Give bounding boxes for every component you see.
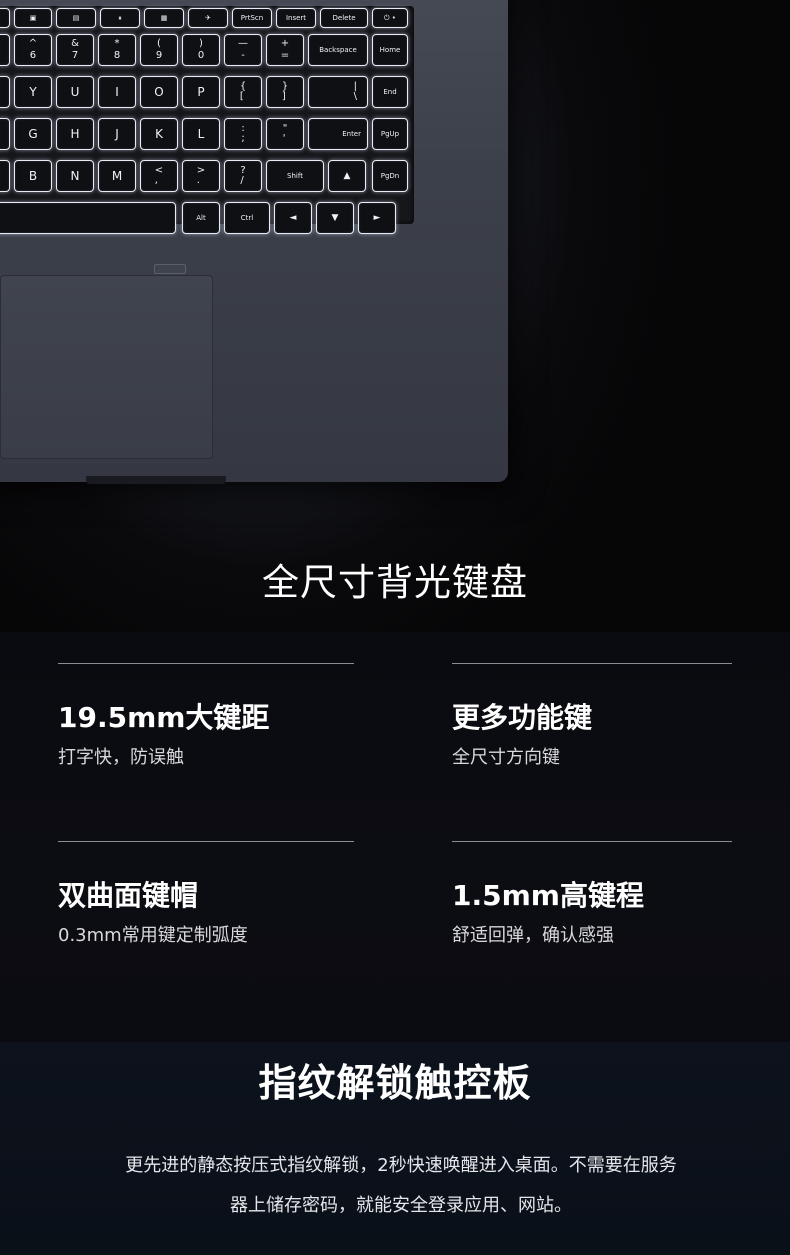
key-quote: " ' (266, 118, 304, 150)
key-9: (9 (140, 34, 178, 66)
description-line-1: 更先进的静态按压式指纹解锁，2秒快速唤醒进入桌面。不需要在服务 (125, 1155, 677, 1176)
key-i: I (98, 76, 136, 108)
key-equals: + = (266, 34, 304, 66)
key-period: > . (182, 160, 220, 192)
feature-desc: 0.3mm常用键定制弧度 (58, 925, 248, 946)
key-delete: Delete (320, 8, 368, 28)
key-f7: ▤ (56, 8, 96, 28)
key-g: G (14, 118, 52, 150)
arrow-right-icon: ► (358, 202, 396, 234)
key-pgup: PgUp (372, 118, 408, 150)
key-pgdn: PgDn (372, 160, 408, 192)
key-5: %5 (0, 34, 10, 66)
feature-title: 1.5mm高键程 (452, 879, 644, 912)
key-alt: Alt (182, 202, 220, 234)
key-8: * 8 (98, 34, 136, 66)
description-line-2: 器上储存密码，就能安全登录应用、网站。 (230, 1195, 572, 1216)
key-comma: < , (140, 160, 178, 192)
key-6: ^ 6 (14, 34, 52, 66)
feature-title: 更多功能键 (452, 701, 593, 734)
key-n: N (56, 160, 94, 192)
key-f8: ⏸ (100, 8, 140, 28)
key-ctrl: Ctrl (224, 202, 270, 234)
key-left-bracket: { [ (224, 76, 262, 108)
key-slash: ? / (224, 160, 262, 192)
divider (58, 841, 354, 842)
laptop-foot (86, 476, 226, 484)
divider (452, 841, 732, 842)
section-title-keyboard: 全尺寸背光键盘 (262, 561, 528, 604)
key-power: ⏻ • (372, 8, 408, 28)
divider (452, 663, 732, 664)
touchpad-section: 指纹解锁触控板 更先进的静态按压式指纹解锁，2秒快速唤醒进入桌面。不需要在服务 … (0, 1042, 790, 1255)
arrow-down-icon: ▼ (316, 202, 354, 234)
key-l: L (182, 118, 220, 150)
key-f6: ▣ (14, 8, 52, 28)
key-prtscn: PrtScn (232, 8, 272, 28)
key-j: J (98, 118, 136, 150)
key-end: End (372, 76, 408, 108)
key-insert: Insert (276, 8, 316, 28)
key-o: O (140, 76, 178, 108)
key-f9: ▦ (144, 8, 184, 28)
key-minus: — - (224, 34, 262, 66)
feature-title: 19.5mm大键距 (58, 701, 270, 734)
touchpad-description: 更先进的静态按压式指纹解锁，2秒快速唤醒进入桌面。不需要在服务 器上储存密码，就… (70, 1146, 732, 1226)
arrow-up-icon: ▲ (328, 160, 366, 192)
key-space (0, 202, 176, 234)
laptop-deck: ☀ ▣ ▤ ⏸ ▦ ✈ PrtScn Insert Delete ⏻ • %5 … (0, 0, 508, 482)
feature-desc: 打字快，防误触 (58, 747, 184, 768)
key-enter: Enter (308, 118, 368, 150)
key-b: B (14, 160, 52, 192)
feature-title: 双曲面键帽 (58, 879, 199, 912)
key-backspace: Backspace (308, 34, 368, 66)
key-7: & 7 (56, 34, 94, 66)
key-right-bracket: } ] (266, 76, 304, 108)
feature-desc: 全尺寸方向键 (452, 747, 560, 768)
key-f (0, 118, 10, 150)
key-k: K (140, 118, 178, 150)
key-h: H (56, 118, 94, 150)
key-t: T (0, 76, 10, 108)
key-f5: ☀ (0, 8, 10, 28)
touchpad (0, 275, 213, 459)
fingerprint-sensor-icon (154, 264, 186, 274)
hero-image: ☀ ▣ ▤ ⏸ ▦ ✈ PrtScn Insert Delete ⏻ • %5 … (0, 0, 790, 632)
section-title-touchpad: 指纹解锁触控板 (258, 1061, 532, 1105)
keyboard-features: 19.5mm大键距 打字快，防误触 更多功能键 全尺寸方向键 双曲面键帽 0.3… (0, 632, 790, 1042)
key-home: Home (372, 34, 408, 66)
backlit-keyboard: ☀ ▣ ▤ ⏸ ▦ ✈ PrtScn Insert Delete ⏻ • %5 … (0, 6, 414, 234)
key-y: Y (14, 76, 52, 108)
key-backslash: | \ (308, 76, 368, 108)
key-f10: ✈ (188, 8, 228, 28)
divider (58, 663, 354, 664)
key-0: ) 0 (182, 34, 220, 66)
key-p: P (182, 76, 220, 108)
key-m: M (98, 160, 136, 192)
key-v: V (0, 160, 10, 192)
key-shift: Shift (266, 160, 324, 192)
key-semicolon: : ; (224, 118, 262, 150)
arrow-left-icon: ◄ (274, 202, 312, 234)
feature-desc: 舒适回弹，确认感强 (452, 925, 614, 946)
key-u: U (56, 76, 94, 108)
